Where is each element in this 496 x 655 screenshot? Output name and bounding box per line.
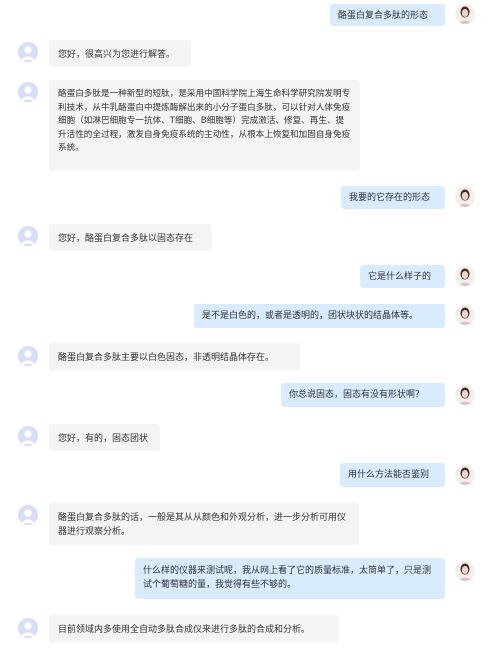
bot-avatar bbox=[18, 42, 38, 62]
bot-avatar bbox=[18, 226, 38, 246]
user-avatar bbox=[455, 465, 475, 485]
bot-message-bubble: 您好，酪蛋白复合多肽以固态存在 bbox=[49, 224, 212, 251]
bot-avatar bbox=[18, 82, 38, 102]
bot-avatar bbox=[18, 505, 38, 525]
user-message-bubble: 我要的它存在的形态 bbox=[341, 186, 445, 209]
user-avatar bbox=[455, 561, 475, 581]
user-message-bubble: 用什么方法能否鉴别 bbox=[340, 463, 445, 487]
bot-message-bubble: 目前领域内多使用全自动多肽合成仪来进行多肽的合成和分析。 bbox=[49, 615, 339, 642]
user-message-bubble: 酪蛋白复合多肽的形态 bbox=[330, 4, 445, 26]
user-avatar bbox=[455, 187, 475, 207]
bot-message-bubble: 您好，很高兴为您进行解答。 bbox=[49, 40, 191, 67]
user-avatar bbox=[455, 305, 475, 325]
bot-avatar bbox=[18, 426, 38, 446]
bot-message-bubble: 您好，有的，固态团状 bbox=[49, 424, 160, 451]
bot-avatar bbox=[18, 346, 38, 366]
bot-message-bubble: 酪蛋白复合多肽的话，一般是其从从颜色和外观分析，进一步分析可用仪器进行观察分析。 bbox=[49, 503, 359, 545]
bot-message-bubble: 酪蛋白多肽是一种新型的短肽，是采用中国科学院上海生命科学研究院发明专利技术，从牛… bbox=[49, 80, 360, 170]
user-message-bubble: 它是什么样子的 bbox=[360, 265, 445, 288]
user-message-bubble: 你总说固态，固态有没有形状啊？ bbox=[281, 383, 445, 407]
bot-avatar bbox=[18, 618, 38, 638]
bot-message-bubble: 酪蛋白复合多肽主要以白色固态，非透明结晶体存在。 bbox=[49, 343, 300, 370]
user-message-bubble: 是不是白色的，或者是透明的，团状块状的结晶体等。 bbox=[194, 304, 445, 328]
user-avatar bbox=[455, 266, 475, 286]
user-message-bubble: 什么样的仪器来测试呢，我从网上看了它的质量标准，太简单了，只是测试个葡萄糖的量，… bbox=[135, 558, 445, 599]
user-avatar bbox=[455, 4, 475, 24]
user-avatar bbox=[455, 385, 475, 405]
